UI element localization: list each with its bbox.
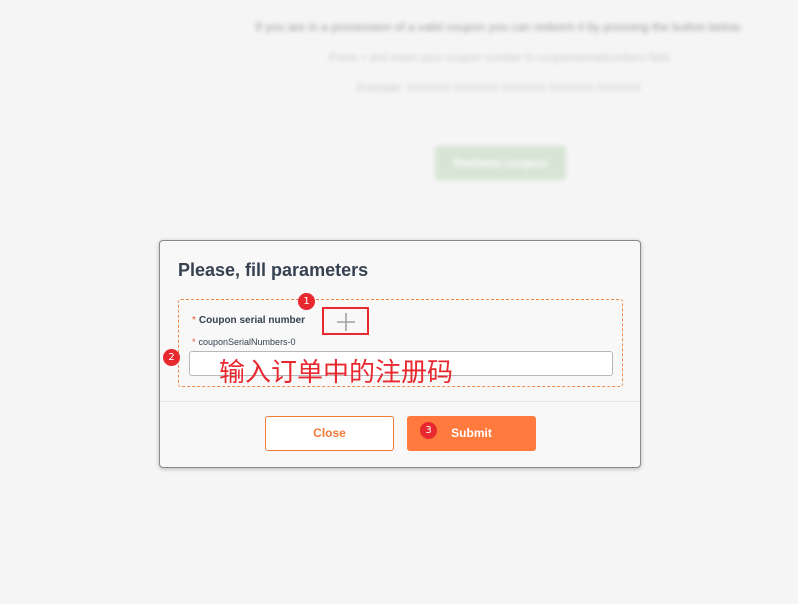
dialog-title: Please, fill parameters <box>178 260 369 280</box>
footer-divider <box>160 401 640 402</box>
close-button[interactable]: Close <box>265 416 394 451</box>
coupon-serial-number-label: * Coupon serial number <box>192 315 305 326</box>
fill-parameters-dialog: Please, fill parameters * Coupon serial n… <box>159 240 641 468</box>
annotation-badge-3: 3 <box>420 422 437 439</box>
annotation-badge-2: 2 <box>163 349 180 366</box>
required-mark: * <box>192 315 196 326</box>
coupon-serial-numbers-0-label-text: couponSerialNumbers-0 <box>198 337 296 347</box>
annotation-badge-1: 1 <box>298 293 315 310</box>
coupon-form-group: * Coupon serial number * couponSerialNumbe… <box>178 299 623 388</box>
coupon-serial-number-label-text: Coupon serial number <box>198 315 306 326</box>
coupon-serial-numbers-0-label: * couponSerialNumbers-0 <box>192 337 296 347</box>
coupon-serial-number-input[interactable] <box>189 351 613 376</box>
required-mark-sub: * <box>192 337 196 347</box>
add-coupon-button[interactable] <box>322 307 369 335</box>
plus-icon <box>337 313 355 331</box>
